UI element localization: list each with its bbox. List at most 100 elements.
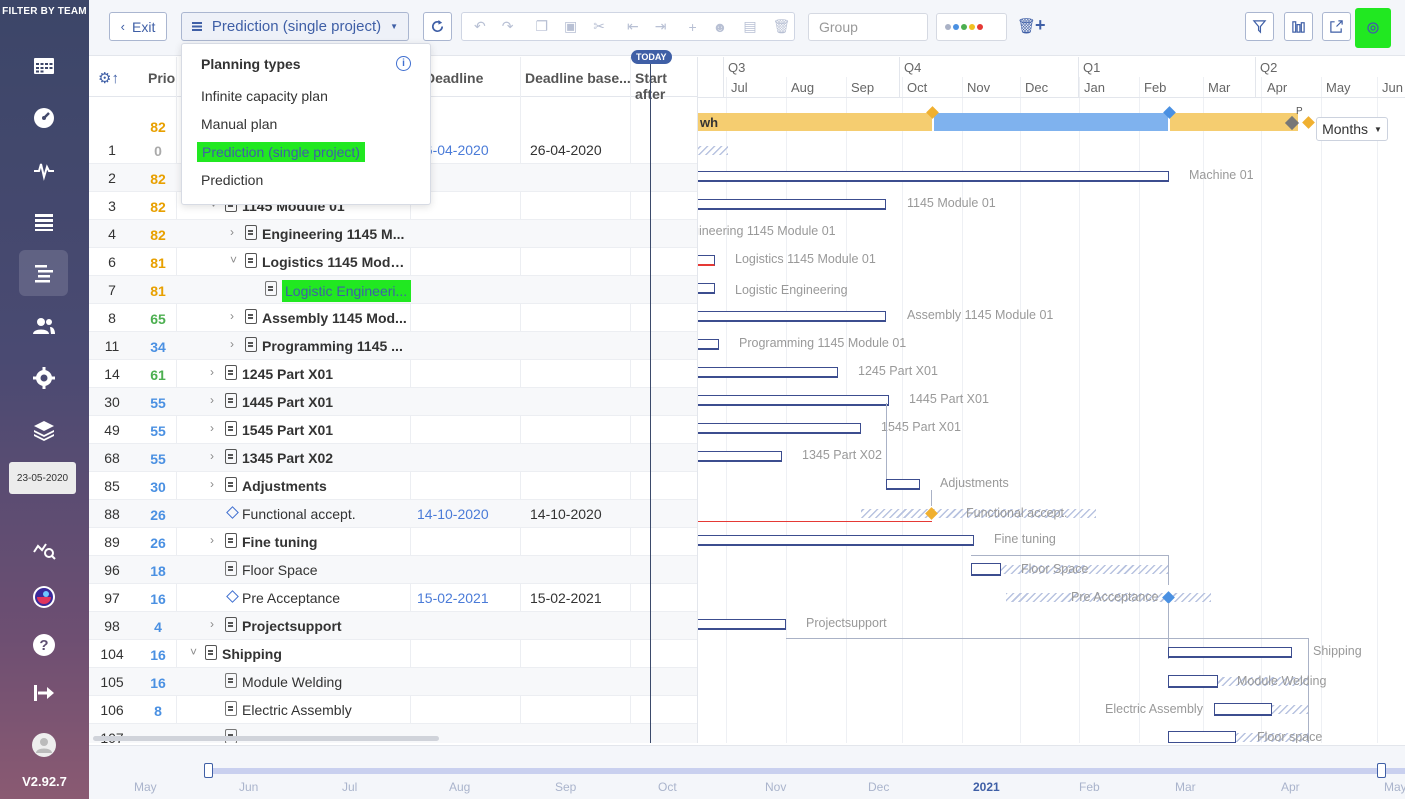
app-logo-icon[interactable] [19, 574, 68, 620]
info-icon[interactable]: i [396, 56, 411, 71]
select-icon[interactable]: ▣ [564, 18, 577, 35]
summary-bar-end[interactable] [1170, 113, 1298, 131]
column-settings-icon[interactable]: ⚙↑ [98, 69, 119, 87]
expand-chevron-icon[interactable]: › [230, 309, 234, 323]
table-row[interactable]: 89 26 › Fine tuning [89, 528, 697, 556]
task-name[interactable]: Functional accept. [242, 506, 409, 522]
settings-button[interactable] [1355, 8, 1391, 48]
task-name[interactable]: 1545 Part X01 [242, 422, 409, 438]
row-priority[interactable]: 81 [139, 255, 177, 271]
table-row[interactable]: 7 81 Logistic Engineeri... [89, 276, 697, 304]
task-name[interactable]: Logistics 1145 Modu... [262, 254, 409, 270]
row-priority[interactable]: 18 [139, 563, 177, 579]
color-filter-select[interactable] [936, 13, 1007, 41]
task-bar[interactable] [698, 535, 974, 546]
help-icon[interactable]: ? [19, 622, 68, 668]
delete-icon[interactable]: 🗑 [773, 18, 791, 35]
table-row[interactable]: 6 81 ˅ Logistics 1145 Modu... [89, 248, 697, 276]
task-bar[interactable] [698, 451, 782, 462]
row-priority[interactable]: 16 [139, 675, 177, 691]
indent-icon[interactable]: ⇥ [655, 18, 667, 35]
table-row[interactable]: 96 18 Floor Space [89, 556, 697, 584]
row-priority[interactable]: 55 [139, 423, 177, 439]
task-bar[interactable] [698, 171, 1169, 182]
table-row[interactable]: 4 82 › Engineering 1145 M... [89, 220, 697, 248]
outdent-icon[interactable]: ⇤ [627, 18, 639, 35]
filter-button[interactable] [1245, 12, 1274, 41]
table-row[interactable]: 97 16 Pre Acceptance 15-02-2021 15-02-2021 [89, 584, 697, 612]
export-button[interactable] [1322, 12, 1351, 41]
timeline-end-handle[interactable] [1377, 763, 1386, 778]
expand-chevron-icon[interactable]: › [210, 449, 214, 463]
task-bar[interactable] [1168, 731, 1236, 743]
table-row[interactable]: 8 65 › Assembly 1145 Mod... [89, 304, 697, 332]
row-priority[interactable]: 82 [139, 171, 177, 187]
redo-icon[interactable]: ↷ [502, 18, 514, 35]
row-priority[interactable]: 82 [139, 199, 177, 215]
expand-chevron-icon[interactable]: › [210, 365, 214, 379]
menu-item-prediction-single[interactable]: Prediction (single project) [197, 142, 365, 162]
add-user-icon[interactable]: ☻ [713, 19, 728, 35]
summary-bar-mid[interactable] [934, 113, 1168, 131]
add-task-icon[interactable]: + [688, 19, 696, 35]
gantt-tree-icon[interactable] [19, 250, 68, 296]
row-priority[interactable]: 55 [139, 395, 177, 411]
task-bar[interactable] [1168, 675, 1218, 688]
table-row[interactable]: 68 55 › 1345 Part X02 [89, 444, 697, 472]
column-header-prio[interactable]: Prio [148, 70, 175, 86]
column-header-deadline-based[interactable]: Deadline base... [525, 70, 631, 86]
settings-gear-icon[interactable] [19, 355, 68, 401]
planning-type-dropdown[interactable]: Prediction (single project) ▼ [181, 12, 409, 41]
trash-icon[interactable]: 🗑 [1017, 17, 1036, 35]
horizontal-scrollbar[interactable] [93, 736, 439, 741]
table-row[interactable]: 106 8 Electric Assembly [89, 696, 697, 724]
expand-chevron-icon[interactable]: › [210, 421, 214, 435]
expand-chevron-icon[interactable]: › [230, 225, 234, 239]
expand-chevron-icon[interactable]: › [230, 337, 234, 351]
columns-button[interactable] [1284, 12, 1313, 41]
table-row[interactable]: 105 16 Module Welding [89, 668, 697, 696]
refresh-button[interactable] [423, 12, 452, 41]
current-date-badge[interactable]: 23-05-2020 [9, 462, 76, 494]
row-priority[interactable]: 34 [139, 339, 177, 355]
task-name[interactable]: Floor Space [242, 562, 409, 578]
row-priority[interactable]: 55 [139, 451, 177, 467]
task-name[interactable]: Fine tuning [242, 534, 409, 550]
exit-button[interactable]: ‹ Exit [109, 12, 167, 41]
row-priority[interactable]: 30 [139, 479, 177, 495]
task-name[interactable]: Programming 1145 ... [262, 338, 409, 354]
task-name[interactable]: Adjustments [242, 478, 409, 494]
table-row[interactable]: 30 55 › 1445 Part X01 [89, 388, 697, 416]
table-row[interactable]: 49 55 › 1545 Part X01 [89, 416, 697, 444]
row-priority[interactable]: 16 [139, 591, 177, 607]
task-bar[interactable] [698, 367, 838, 378]
users-icon[interactable] [19, 303, 68, 349]
expand-chevron-icon[interactable]: › [210, 617, 214, 631]
undo-icon[interactable]: ↶ [474, 18, 486, 35]
row-priority[interactable]: 26 [139, 535, 177, 551]
dashboard-gauge-icon[interactable] [19, 95, 68, 141]
row-priority[interactable]: 65 [139, 311, 177, 327]
task-bar[interactable] [698, 311, 886, 322]
list-icon[interactable] [19, 199, 68, 245]
milestone-diamond[interactable] [1302, 116, 1315, 129]
user-avatar[interactable] [19, 722, 68, 768]
task-bar[interactable] [886, 479, 920, 490]
copy-icon[interactable]: ❐ [535, 18, 548, 35]
deadline-cell[interactable]: 14-10-2020 [417, 506, 489, 522]
row-priority[interactable]: 81 [139, 283, 177, 299]
column-header-start-after[interactable]: Start after [635, 70, 697, 102]
task-name[interactable]: 1345 Part X02 [242, 450, 409, 466]
activity-pulse-icon[interactable] [19, 147, 68, 193]
task-name[interactable]: Logistic Engineeri... [282, 280, 411, 302]
analytics-search-icon[interactable] [19, 527, 68, 573]
task-bar[interactable] [971, 563, 1001, 576]
menu-item-prediction[interactable]: Prediction [201, 172, 263, 188]
task-bar[interactable] [698, 255, 715, 266]
filter-by-team-label[interactable]: FILTER BY TEAM [0, 6, 89, 17]
notes-icon[interactable]: ▤ [743, 18, 756, 35]
row-priority[interactable]: 4 [139, 619, 177, 635]
cut-icon[interactable]: ✂ [593, 18, 605, 35]
task-name[interactable]: Module Welding [242, 674, 409, 690]
expand-chevron-icon[interactable]: › [210, 393, 214, 407]
